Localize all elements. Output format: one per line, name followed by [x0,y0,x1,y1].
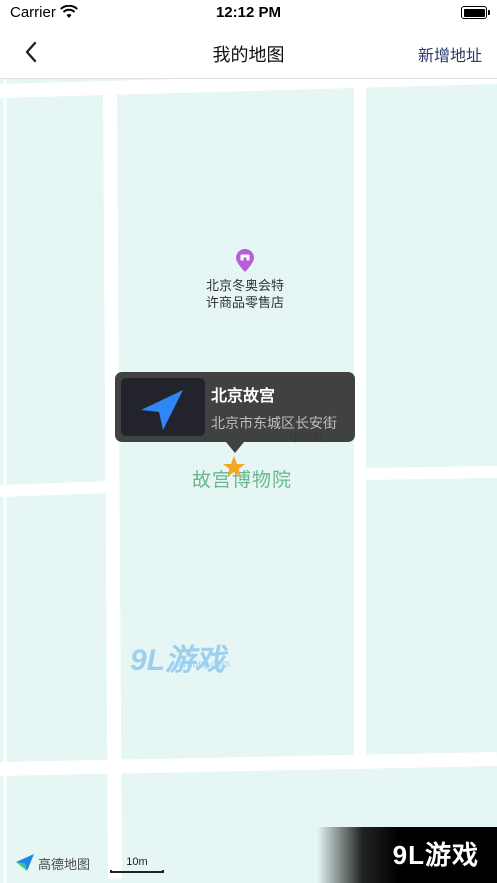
navigation-bar: 我的地图 新增地址 [0,26,497,79]
navigate-button[interactable] [121,378,205,436]
poi-marker[interactable]: 北京冬奥会特 许商品零售店 [190,249,300,311]
map-scale: 10m [110,856,164,873]
amap-logo-text: 高德地图 [38,857,91,872]
poi-label-line2: 许商品零售店 [205,295,284,310]
battery-icon [461,6,490,19]
watermark-domain: 91danji.com [176,659,230,670]
location-address: 北京市东城区长安街 [211,415,337,431]
scale-label: 10m [126,856,148,868]
watermark-logo-text: 9L游戏 [130,644,226,677]
location-callout[interactable]: 北京故宫 北京市东城区长安街 [115,372,355,453]
location-name: 北京故宫 [211,388,276,405]
amap-logo-icon [16,854,34,871]
watermark-corner: 9L游戏 [317,827,497,883]
poi-label-line1: 北京冬奥会特 [205,278,284,293]
status-bar: Carrier 12:12 PM [0,0,497,26]
add-address-button[interactable]: 新增地址 [418,42,482,66]
clock: 12:12 PM [215,4,282,21]
shop-pin-icon [236,249,254,272]
amap-logo: 高德地图 [14,852,104,872]
scale-bar [110,870,164,873]
watermark-center: 9L游戏 91danji.com [130,635,230,677]
navigation-arrow-icon [141,390,183,430]
callout-pointer [226,442,244,453]
star-marker-icon[interactable] [222,455,246,479]
watermark-corner-text: 9L游戏 [392,840,479,870]
map-view[interactable]: 北京冬奥会特 许商品零售店 中和殿 北京故宫 北京市东城区长安街 故宫博物院 9… [0,79,497,883]
